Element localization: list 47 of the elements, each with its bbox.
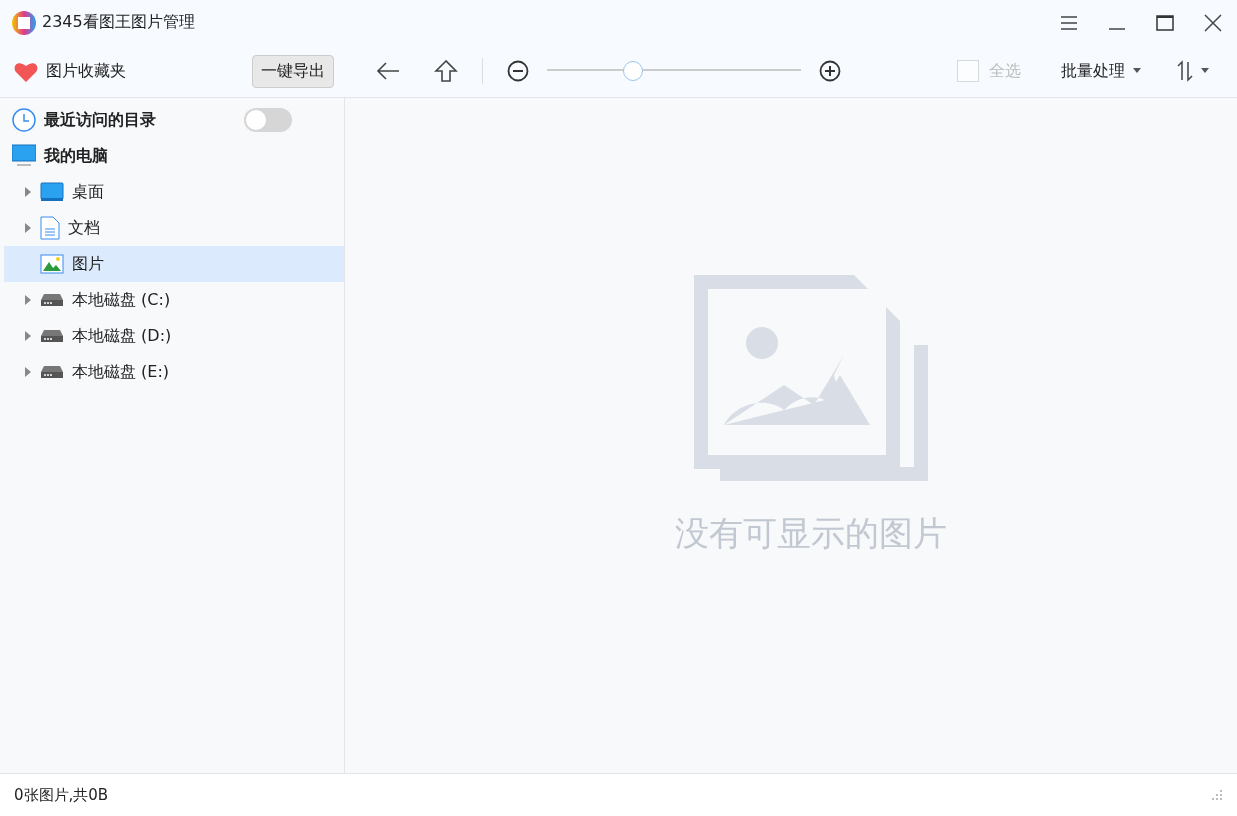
caret-icon [1133,68,1141,74]
export-button[interactable]: 一键导出 [252,54,334,88]
tree-item[interactable]: 文档 [4,210,344,246]
recent-folders-label[interactable]: 最近访问的目录 [44,109,156,131]
my-computer-label[interactable]: 我的电脑 [44,145,108,167]
computer-icon [12,144,36,168]
window-title: 2345看图王图片管理 [42,12,196,33]
monitor-icon [40,182,64,202]
tree-item[interactable]: 图片 [4,246,344,282]
select-all-label: 全选 [989,60,1021,82]
app-logo-icon [12,10,36,35]
close-icon [1204,13,1222,32]
expand-arrow-icon[interactable] [24,187,32,197]
status-text: 0张图片,共0B [14,785,110,805]
slider-thumb[interactable] [623,61,644,81]
resize-grip-icon[interactable] [1211,789,1223,801]
drive-icon [40,329,64,343]
menu-icon [1061,15,1077,30]
maximize-icon [1156,14,1174,31]
favorites-link[interactable]: 图片收藏夹 [46,60,244,82]
expand-arrow-icon[interactable] [24,223,32,233]
minimize-icon [1109,27,1125,30]
caret-icon [1201,68,1209,74]
clock-icon [12,108,36,132]
tree-item-label: 本地磁盘 (C:) [72,289,171,311]
sort-icon [1177,60,1193,82]
document-icon [40,216,60,240]
tree-item[interactable]: 本地磁盘 (C:) [4,282,344,318]
batch-menu-button[interactable]: 批量处理 [1057,56,1145,86]
drive-icon [40,293,64,307]
drive-icon [40,365,64,379]
tree-item-label: 图片 [72,253,104,275]
tree-item[interactable]: 桌面 [4,174,344,210]
expand-arrow-icon[interactable] [24,331,32,341]
expand-arrow-icon[interactable] [24,295,32,305]
empty-image-icon [694,274,928,481]
tree-item-label: 本地磁盘 (E:) [72,361,170,383]
picture-icon [40,254,64,274]
zoom-slider[interactable] [547,61,801,81]
tree-item[interactable]: 本地磁盘 (E:) [4,354,344,390]
heart-icon [14,60,38,82]
tree-item-label: 桌面 [72,181,104,203]
tree-item-label: 文档 [68,217,100,239]
tree-item-label: 本地磁盘 (D:) [72,325,172,347]
recent-toggle[interactable] [244,108,292,132]
expand-arrow-icon[interactable] [24,367,32,377]
tree-item[interactable]: 本地磁盘 (D:) [4,318,344,354]
